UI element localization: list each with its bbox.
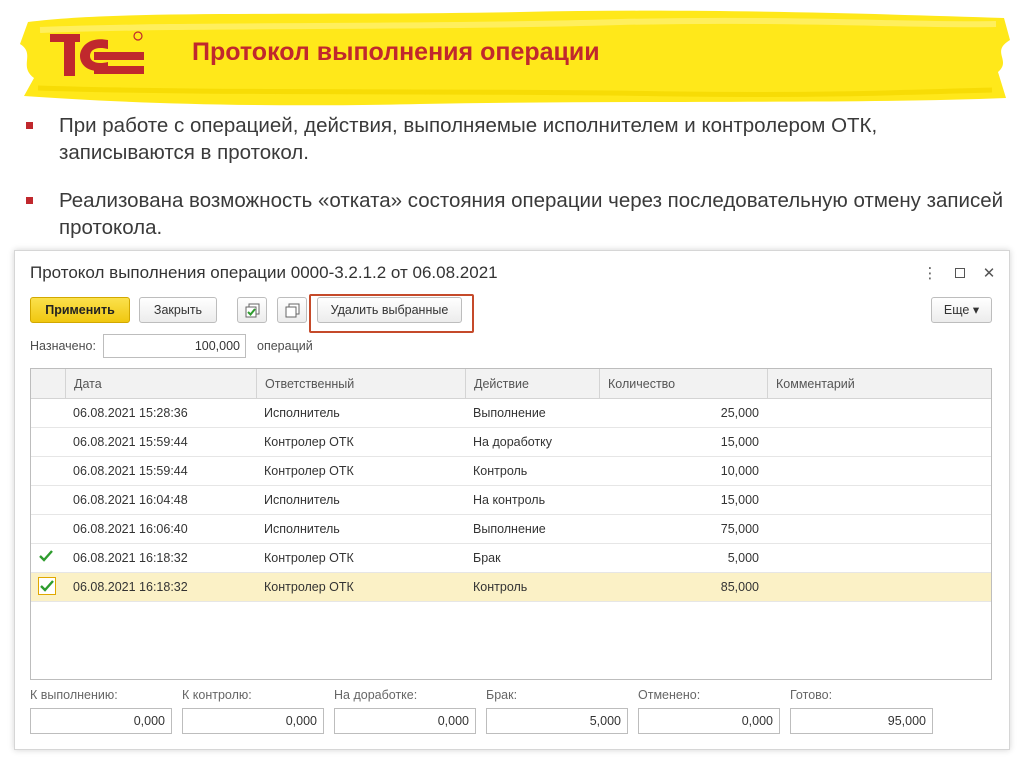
row-checkbox[interactable] — [38, 577, 56, 595]
total-label: К контролю: — [182, 688, 252, 702]
cell-responsible: Контролер ОТК — [264, 435, 354, 449]
column-header-responsible[interactable]: Ответственный — [256, 369, 465, 399]
cell-comment — [775, 457, 985, 486]
row-checkbox[interactable] — [38, 432, 56, 450]
assigned-field[interactable]: 100,000 — [103, 334, 246, 358]
cell-date: 06.08.2021 15:59:44 — [73, 464, 188, 478]
cell-date: 06.08.2021 15:28:36 — [73, 406, 188, 420]
column-header-comment[interactable]: Комментарий — [767, 369, 991, 399]
close-button[interactable]: Закрыть — [139, 297, 217, 323]
slide-title: Протокол выполнения операции — [192, 38, 600, 66]
bullet-marker — [26, 197, 33, 204]
row-checkbox[interactable] — [38, 519, 56, 537]
cell-responsible: Контролер ОТК — [264, 551, 354, 565]
table-row[interactable]: 06.08.2021 16:04:48 Исполнитель На контрол… — [31, 486, 991, 515]
column-header-check[interactable] — [31, 369, 65, 399]
total-label: Брак: — [486, 688, 518, 702]
highlight-frame — [309, 294, 474, 333]
protocol-table: Дата Ответственный Действие Количество К… — [30, 368, 992, 680]
total-field[interactable]: 95,000 — [790, 708, 933, 734]
cell-comment — [775, 573, 985, 602]
cell-quantity: 75,000 — [720, 522, 759, 536]
cell-responsible: Исполнитель — [264, 406, 340, 420]
checkmark-icon — [40, 580, 54, 592]
window-title: Протокол выполнения операции 0000-3.2.1.… — [30, 263, 498, 282]
table-row[interactable]: 06.08.2021 15:59:44 Контролер ОТК Контроль… — [31, 457, 991, 486]
bullet-item: При работе с операцией, действия, выполн… — [22, 112, 1012, 166]
row-checkbox[interactable] — [38, 461, 56, 479]
table-row[interactable]: 06.08.2021 15:59:44 Контролер ОТК На дораб… — [31, 428, 991, 457]
cell-responsible: Исполнитель — [264, 522, 340, 536]
cell-responsible: Контролер ОТК — [264, 580, 354, 594]
maximize-icon[interactable] — [950, 263, 970, 283]
cell-action: Контроль — [473, 464, 528, 478]
more-button[interactable]: Еще ▾ — [931, 297, 992, 323]
bullet-text: Реализована возможность «отката» состоян… — [59, 189, 1004, 239]
total-label: Отменено: — [638, 688, 701, 702]
cell-comment — [775, 544, 985, 573]
check-all-button[interactable] — [237, 297, 267, 323]
total-field[interactable]: 5,000 — [486, 708, 628, 734]
column-header-action[interactable]: Действие — [465, 369, 599, 399]
row-checkbox[interactable] — [38, 490, 56, 508]
bullet-text: При работе с операцией, действия, выполн… — [59, 114, 878, 164]
cell-quantity: 15,000 — [720, 493, 759, 507]
cell-responsible: Исполнитель — [264, 493, 340, 507]
checkmark-icon — [39, 550, 53, 562]
cell-date: 06.08.2021 15:59:44 — [73, 435, 188, 449]
assigned-unit: операций — [257, 339, 313, 353]
cell-action: Выполнение — [473, 522, 546, 536]
table-row[interactable]: 06.08.2021 15:28:36 Исполнитель Выполнение… — [31, 399, 991, 428]
cell-quantity: 10,000 — [720, 464, 759, 478]
row-checkbox[interactable] — [38, 403, 56, 421]
cell-quantity: 25,000 — [720, 406, 759, 420]
table-row[interactable]: 06.08.2021 16:18:32 Контролер ОТК Брак 5,00… — [31, 544, 991, 573]
more-menu-icon[interactable]: ⋮ — [920, 263, 940, 283]
cell-comment — [775, 428, 985, 457]
cell-action: Брак — [473, 551, 501, 565]
cell-comment — [775, 486, 985, 515]
bullet-item: Реализована возможность «отката» состоян… — [22, 187, 1012, 241]
cell-date: 06.08.2021 16:18:32 — [73, 580, 188, 594]
cell-quantity: 15,000 — [720, 435, 759, 449]
total-field[interactable]: 0,000 — [30, 708, 172, 734]
table-row[interactable]: 06.08.2021 16:06:40 Исполнитель Выполнение… — [31, 515, 991, 544]
cell-quantity: 85,000 — [720, 580, 759, 594]
cell-action: Выполнение — [473, 406, 546, 420]
check-all-icon — [245, 303, 260, 318]
cell-date: 06.08.2021 16:06:40 — [73, 522, 188, 536]
cell-action: На доработку — [473, 435, 553, 449]
column-header-quantity[interactable]: Количество — [599, 369, 767, 399]
total-label: К выполнению: — [30, 688, 118, 702]
bullet-marker — [26, 122, 33, 129]
uncheck-all-icon — [285, 303, 300, 318]
cell-quantity: 5,000 — [727, 551, 759, 565]
total-label: На доработке: — [334, 688, 418, 702]
cell-date: 06.08.2021 16:04:48 — [73, 493, 188, 507]
1c-logo — [50, 30, 146, 80]
total-field[interactable]: 0,000 — [638, 708, 780, 734]
cell-comment — [775, 515, 985, 544]
assigned-label: Назначено: — [30, 339, 96, 353]
protocol-window: Протокол выполнения операции 0000-3.2.1.… — [14, 250, 1010, 750]
row-checkbox[interactable] — [38, 548, 56, 566]
cell-date: 06.08.2021 16:18:32 — [73, 551, 188, 565]
cell-action: Контроль — [473, 580, 528, 594]
uncheck-all-button[interactable] — [277, 297, 307, 323]
table-row[interactable]: 06.08.2021 16:18:32 Контролер ОТК Контроль… — [31, 573, 991, 602]
table-header: Дата Ответственный Действие Количество К… — [31, 369, 991, 399]
total-field[interactable]: 0,000 — [334, 708, 476, 734]
cell-responsible: Контролер ОТК — [264, 464, 354, 478]
total-label: Готово: — [790, 688, 833, 702]
cell-action: На контроль — [473, 493, 546, 507]
bullet-list: При работе с операцией, действия, выполн… — [22, 112, 1012, 262]
close-icon[interactable]: ✕ — [979, 263, 999, 283]
column-header-date[interactable]: Дата — [65, 369, 256, 399]
total-field[interactable]: 0,000 — [182, 708, 324, 734]
cell-comment — [775, 399, 985, 428]
apply-button[interactable]: Применить — [30, 297, 130, 323]
